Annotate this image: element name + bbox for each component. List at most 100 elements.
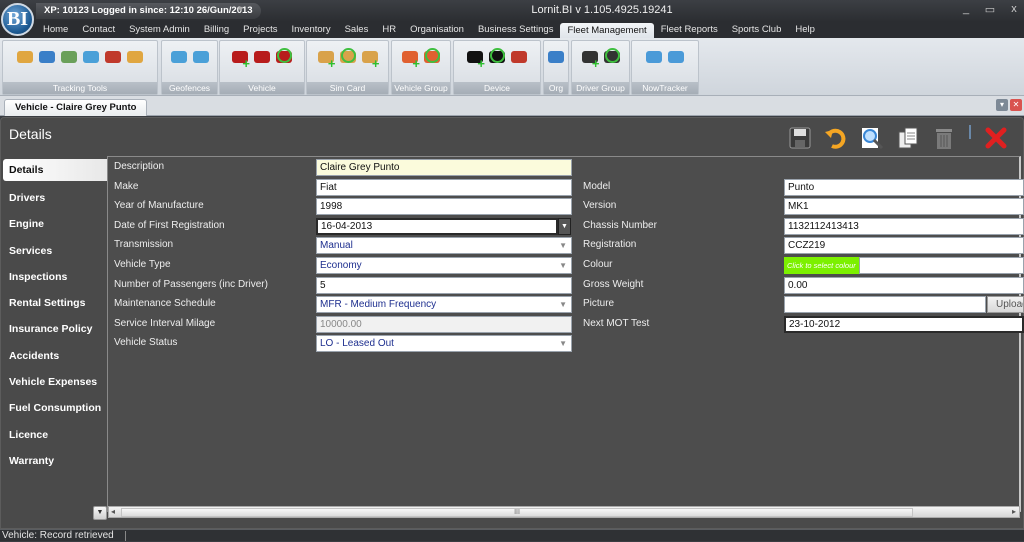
- field-year-of-manufacture[interactable]: 1998: [316, 198, 572, 216]
- field-number-of-passengers-inc-driver[interactable]: 5: [316, 276, 572, 294]
- field-value: MFR - Medium Frequency: [320, 299, 437, 311]
- chevron-down-icon[interactable]: ▼: [559, 336, 567, 351]
- label-vehicle-status: Vehicle Status: [114, 337, 178, 349]
- search-button[interactable]: [857, 123, 887, 153]
- horizontal-scrollbar[interactable]: ◂ III ▸: [108, 506, 1020, 518]
- sidenav-item-engine[interactable]: Engine: [3, 211, 107, 237]
- ribbon-button-map-pin[interactable]: [15, 47, 35, 69]
- ribbon-button-add-vehicle[interactable]: +: [230, 47, 250, 70]
- ribbon-button-edit-vehicle[interactable]: [252, 47, 272, 69]
- ribbon-button-search-vehicle[interactable]: [274, 47, 294, 69]
- app-logo[interactable]: BI: [1, 3, 34, 36]
- field-chassis-number[interactable]: 1132112413413: [784, 217, 1024, 235]
- save-button[interactable]: [785, 123, 815, 153]
- menu-tab-fleet-reports[interactable]: Fleet Reports: [654, 22, 725, 38]
- field-make[interactable]: Fiat: [316, 178, 572, 196]
- field-picture[interactable]: [784, 296, 986, 314]
- close-window-button[interactable]: x: [1008, 3, 1020, 16]
- ribbon-button-gps-device[interactable]: [37, 47, 57, 69]
- nav-scroll-down-button[interactable]: ▼: [93, 506, 107, 520]
- field-model[interactable]: Punto: [784, 178, 1024, 196]
- document-tab-vehicle[interactable]: Vehicle - Claire Grey Punto: [4, 99, 148, 116]
- menu-tab-business-settings[interactable]: Business Settings: [471, 22, 561, 38]
- undo-button[interactable]: [821, 123, 851, 153]
- sidenav-item-licence[interactable]: Licence: [3, 422, 107, 448]
- scroll-right-arrow-icon[interactable]: ▸: [1012, 507, 1016, 516]
- ribbon-button-gears[interactable]: [644, 47, 664, 69]
- scroll-left-arrow-icon[interactable]: ◂: [111, 507, 115, 516]
- ribbon-button-add-driver[interactable]: +: [580, 47, 600, 70]
- ribbon-button-add-vehicle-group[interactable]: +: [400, 47, 420, 70]
- ribbon-button-search-device[interactable]: [487, 47, 507, 69]
- minimize-button[interactable]: _: [960, 3, 972, 16]
- colour-picker-button[interactable]: Click to select colour: [784, 257, 859, 274]
- tab-list-dropdown-icon[interactable]: ▾: [996, 99, 1008, 111]
- field-transmission[interactable]: Manual ▼: [316, 237, 572, 255]
- menu-tab-fleet-management[interactable]: Fleet Management: [560, 23, 654, 38]
- sidenav-item-vehicle-expenses[interactable]: Vehicle Expenses: [3, 369, 107, 395]
- ribbon-button-search-driver[interactable]: [602, 47, 622, 69]
- scrollbar-thumb[interactable]: III: [121, 508, 913, 517]
- menu-tab-organisation[interactable]: Organisation: [403, 22, 471, 38]
- menu-tab-home[interactable]: Home: [36, 22, 75, 38]
- menu-tab-help[interactable]: Help: [788, 22, 822, 38]
- copy-button[interactable]: [893, 123, 923, 153]
- ribbon-button-search-vehicle-group[interactable]: [422, 47, 442, 69]
- menu-tab-sports-club[interactable]: Sports Club: [725, 22, 789, 38]
- sidenav-item-drivers[interactable]: Drivers: [3, 185, 107, 211]
- sidenav-item-warranty[interactable]: Warranty: [3, 448, 107, 474]
- maximize-button[interactable]: ▭: [984, 3, 996, 16]
- geofence-map-icon: [192, 51, 209, 63]
- date-picker-button[interactable]: ▼: [558, 217, 571, 235]
- magnifier-overlay-icon: [277, 48, 292, 63]
- ribbon-button-add-sim[interactable]: +: [316, 47, 336, 70]
- ribbon-button-search-sim[interactable]: [338, 47, 358, 69]
- gps-device-icon: [39, 51, 55, 63]
- colour-field[interactable]: [859, 257, 1024, 274]
- menu-tab-sales[interactable]: Sales: [338, 22, 376, 38]
- ribbon-button-add-device[interactable]: +: [465, 47, 485, 70]
- ribbon-button-geofence-map[interactable]: [191, 47, 211, 69]
- sidenav-item-services[interactable]: Services: [3, 238, 107, 264]
- sidenav-item-inspections[interactable]: Inspections: [3, 264, 107, 290]
- field-version[interactable]: MK1: [784, 198, 1024, 216]
- menu-tab-inventory[interactable]: Inventory: [285, 22, 338, 38]
- ribbon-button-map-pin[interactable]: [125, 47, 145, 69]
- chevron-down-icon[interactable]: ▼: [559, 258, 567, 273]
- sidenav-item-accidents[interactable]: Accidents: [3, 343, 107, 369]
- field-date-of-first-registration[interactable]: 16-04-2013: [316, 217, 558, 235]
- delete-button[interactable]: [929, 123, 959, 153]
- ribbon-button-tools[interactable]: [103, 47, 123, 69]
- field-description[interactable]: Claire Grey Punto: [316, 159, 572, 176]
- ribbon-group-label: Tracking Tools: [3, 82, 157, 94]
- upload-button[interactable]: Upload: [987, 296, 1024, 314]
- close-record-button[interactable]: [981, 123, 1011, 153]
- sidenav-item-insurance-policy[interactable]: Insurance Policy: [3, 316, 107, 342]
- menu-tab-billing[interactable]: Billing: [197, 22, 236, 38]
- chevron-down-icon[interactable]: ▼: [559, 297, 567, 312]
- menu-tab-system-admin[interactable]: System Admin: [122, 22, 197, 38]
- ribbon-button-map-search[interactable]: [59, 47, 79, 69]
- magnifier-overlay-icon: [490, 48, 505, 63]
- ribbon-button-org-building[interactable]: [546, 47, 566, 69]
- ribbon-button-gears[interactable]: [666, 47, 686, 69]
- field-next-mot-test[interactable]: 23-10-2012: [784, 315, 1024, 333]
- close-tab-icon[interactable]: ✕: [1010, 99, 1022, 111]
- sidenav-item-details[interactable]: Details: [3, 159, 107, 181]
- field-vehicle-type[interactable]: Economy ▼: [316, 257, 572, 274]
- chevron-down-icon[interactable]: ▼: [559, 238, 567, 253]
- label-colour: Colour: [583, 259, 613, 270]
- ribbon-button-layers-map[interactable]: [81, 47, 101, 69]
- field-gross-weight[interactable]: 0.00: [784, 276, 1024, 294]
- ribbon-button-add-sim[interactable]: +: [360, 47, 380, 70]
- sidenav-item-fuel-consumption[interactable]: Fuel Consumption: [3, 395, 107, 421]
- sidenav-item-rental-settings[interactable]: Rental Settings: [3, 290, 107, 316]
- menu-tab-contact[interactable]: Contact: [75, 22, 122, 38]
- ribbon-button-geofence-map[interactable]: [169, 47, 189, 69]
- ribbon-button-device-tools[interactable]: [509, 47, 529, 69]
- field-registration[interactable]: CCZ219: [784, 237, 1024, 255]
- field-vehicle-status[interactable]: LO - Leased Out ▼: [316, 335, 572, 353]
- field-maintenance-schedule[interactable]: MFR - Medium Frequency ▼: [316, 296, 572, 314]
- menu-tab-projects[interactable]: Projects: [236, 22, 284, 38]
- menu-tab-hr[interactable]: HR: [375, 22, 403, 38]
